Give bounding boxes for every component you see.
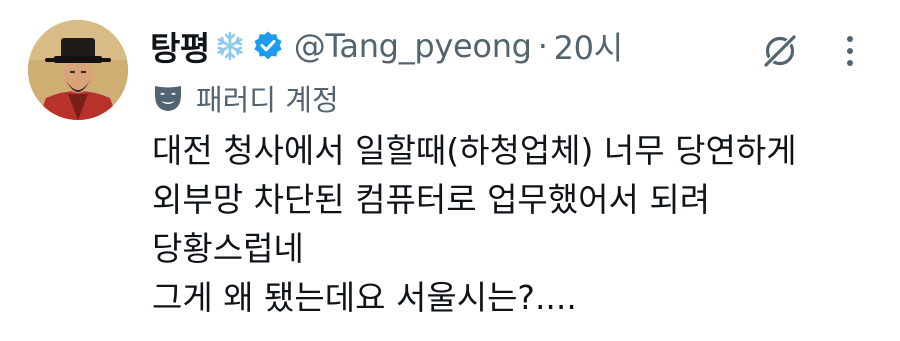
parody-account-label[interactable]: 패러디 계정: [152, 78, 339, 118]
tweet-text-line: 대전 청사에서 일할때(하청업체) 너무 당연하게: [152, 131, 797, 170]
more-options-button[interactable]: [832, 28, 868, 74]
tweet-text: 대전 청사에서 일할때(하청업체) 너무 당연하게 외부망 차단된 컴퓨터로 업…: [152, 126, 882, 322]
tweet-header: 탕평 @Tang_pyeong · 20시: [150, 22, 623, 70]
author-handle[interactable]: @Tang_pyeong: [294, 27, 532, 65]
more-dots-icon: [847, 36, 853, 66]
parody-label-text: 패러디 계정: [196, 83, 339, 117]
meta-separator: ·: [537, 27, 548, 65]
tweet-text-line: 외부망 차단된 컴퓨터로 업무했어서 되려: [152, 180, 711, 219]
grok-button[interactable]: [757, 28, 803, 74]
snowflake-icon: [214, 30, 246, 62]
avatar-portrait-image: [28, 20, 128, 120]
tweet-text-line: 당황스럽네: [152, 229, 304, 268]
author-display-name[interactable]: 탕평: [150, 22, 210, 70]
tweet-text-line: 그게 왜 됐는데요 서울시는?....: [152, 278, 577, 317]
timestamp[interactable]: 20시: [554, 23, 624, 69]
grok-icon: [764, 35, 796, 67]
verified-badge-icon[interactable]: [252, 30, 284, 62]
avatar[interactable]: [28, 20, 128, 120]
theater-mask-icon: [152, 83, 184, 113]
